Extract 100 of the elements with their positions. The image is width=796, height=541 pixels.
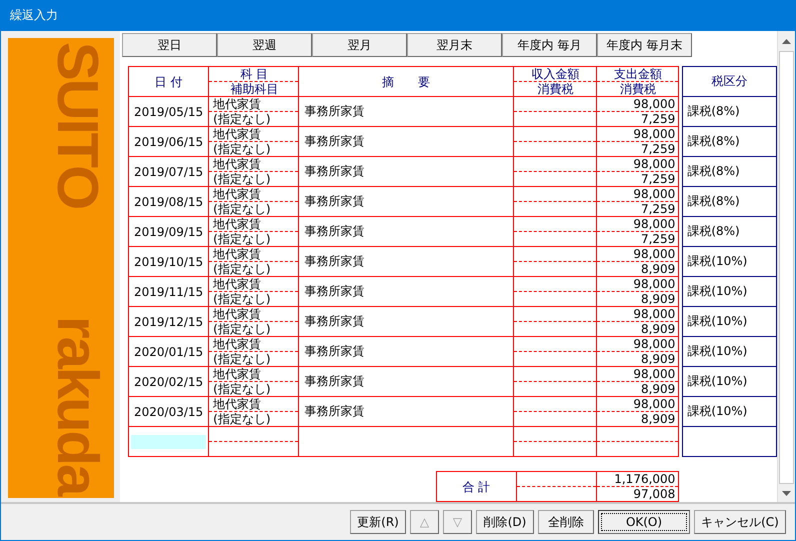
expense-amount: 98,000 <box>597 337 678 352</box>
expense-amount: 98,000 <box>597 277 678 292</box>
column-header: 消費税 <box>536 82 575 96</box>
date-cell-text: 2019/12/15 <box>133 314 204 328</box>
tax-category-cell: 課税(8%) <box>687 104 740 118</box>
expense-amount: 98,000 <box>597 157 678 172</box>
memo-cell-text: 事務所家賃 <box>303 373 366 390</box>
sub-account-name: (指定なし) <box>212 322 272 336</box>
tax-category-cell: 課税(8%) <box>687 224 740 238</box>
column-header: 支出金額 <box>597 67 678 82</box>
account-name: 地代家賃 <box>209 157 298 172</box>
memo-cell-text: 事務所家賃 <box>303 193 366 210</box>
account-name: 地代家賃 <box>209 367 298 382</box>
sub-account-name: (指定なし) <box>212 202 272 216</box>
tax-category-cell: 課税(10%) <box>687 284 748 298</box>
account-name: 地代家賃 <box>209 97 298 112</box>
memo-cell-text: 事務所家賃 <box>303 283 366 300</box>
expense-amount: 98,000 <box>597 397 678 412</box>
repeat-button[interactable]: 翌週 <box>217 33 312 57</box>
date-cell-text: 2020/02/15 <box>133 374 204 388</box>
expense-amount: 98,000 <box>597 367 678 382</box>
dialog-button[interactable]: 更新(R) <box>350 510 406 534</box>
tax-amount: 7,259 <box>640 202 676 216</box>
tax-category-cell: 課税(10%) <box>687 314 748 328</box>
sub-account-name: (指定なし) <box>212 382 272 396</box>
sub-account-name: (指定なし) <box>212 112 272 126</box>
column-header: 摘 要 <box>381 74 432 88</box>
column-header: 税区分 <box>710 73 749 90</box>
column-header: 収入金額 <box>514 67 596 82</box>
date-cell-text: 2019/07/15 <box>133 164 204 178</box>
date-cell-text: 2019/10/15 <box>133 254 204 268</box>
tax-category-cell: 課税(10%) <box>687 374 748 388</box>
memo-cell-text: 事務所家賃 <box>303 133 366 150</box>
memo-cell-text: 事務所家賃 <box>303 403 366 420</box>
column-header: 消費税 <box>619 82 658 96</box>
memo-cell-text: 事務所家賃 <box>303 343 366 360</box>
date-cell-text: 2020/03/15 <box>133 404 204 418</box>
tax-category-cell: 課税(8%) <box>687 134 740 148</box>
sub-account-name: (指定なし) <box>212 142 272 156</box>
memo-cell-text: 事務所家賃 <box>303 253 366 270</box>
account-name: 地代家賃 <box>209 397 298 412</box>
column-header: 日 付 <box>154 74 184 88</box>
expense-amount: 98,000 <box>597 187 678 202</box>
repeat-button[interactable]: 年度内 毎月 <box>502 33 597 57</box>
total-label: 合 計 <box>461 480 492 494</box>
tax-category-cell: 課税(8%) <box>687 194 740 208</box>
expense-amount: 98,000 <box>597 217 678 232</box>
account-name: 地代家賃 <box>209 247 298 262</box>
sub-account-name: (指定なし) <box>212 412 272 426</box>
tax-amount: 8,909 <box>640 382 676 396</box>
expense-amount: 98,000 <box>597 127 678 142</box>
memo-cell-text: 事務所家賃 <box>303 103 366 120</box>
column-header: 科 目 <box>209 67 298 82</box>
repeat-button[interactable]: 翌月 <box>312 33 407 57</box>
date-cell-text: 2019/05/15 <box>133 104 204 118</box>
tax-amount: 7,259 <box>640 232 676 246</box>
tax-category-cell: 課税(10%) <box>687 404 748 418</box>
sub-account-name: (指定なし) <box>212 352 272 366</box>
dialog-button[interactable]: 全削除 <box>538 510 594 534</box>
date-cell-text: 2019/09/15 <box>133 224 204 238</box>
total-tax: 97,008 <box>632 487 676 501</box>
dialog-button[interactable]: キャンセル(C) <box>694 510 786 534</box>
date-cell-text: 2019/06/15 <box>133 134 204 148</box>
sub-account-name: (指定なし) <box>212 172 272 186</box>
repeat-button[interactable]: 翌月末 <box>407 33 502 57</box>
memo-cell-text: 事務所家賃 <box>303 313 366 330</box>
dialog-button[interactable]: OK(O) <box>598 510 690 534</box>
expense-amount: 98,000 <box>597 307 678 322</box>
tax-category-cell: 課税(8%) <box>687 164 740 178</box>
sub-account-name: (指定なし) <box>212 232 272 246</box>
expense-amount: 98,000 <box>597 247 678 262</box>
account-name: 地代家賃 <box>209 337 298 352</box>
tax-category-cell: 課税(10%) <box>687 344 748 358</box>
repeat-button[interactable]: 翌日 <box>122 33 217 57</box>
memo-cell-text: 事務所家賃 <box>303 223 366 240</box>
account-name: 地代家賃 <box>209 187 298 202</box>
memo-cell-text: 事務所家賃 <box>303 163 366 180</box>
repeat-button[interactable]: 年度内 毎月末 <box>597 33 692 57</box>
up-arrow-icon <box>782 39 791 44</box>
dialog-button[interactable]: 削除(D) <box>476 510 534 534</box>
tax-amount: 8,909 <box>640 412 676 426</box>
down-arrow-icon <box>782 491 791 496</box>
tax-amount: 7,259 <box>640 172 676 186</box>
tax-amount: 8,909 <box>640 292 676 306</box>
sub-account-name: (指定なし) <box>212 292 272 306</box>
column-header: 補助科目 <box>229 82 280 96</box>
account-name: 地代家賃 <box>209 127 298 142</box>
expense-amount: 98,000 <box>597 97 678 112</box>
tax-amount: 8,909 <box>640 352 676 366</box>
sub-account-name: (指定なし) <box>212 262 272 276</box>
date-cell-text: 2019/11/15 <box>133 284 204 298</box>
date-input-field[interactable] <box>131 435 206 449</box>
window-title: 繰返入力 <box>10 7 58 24</box>
tax-amount: 8,909 <box>640 262 676 276</box>
total-expense: 1,176,000 <box>596 472 678 487</box>
tax-amount: 8,909 <box>640 322 676 336</box>
tax-category-cell: 課税(10%) <box>687 254 748 268</box>
date-cell-text: 2019/08/15 <box>133 194 204 208</box>
account-name: 地代家賃 <box>209 277 298 292</box>
tax-amount: 7,259 <box>640 142 676 156</box>
